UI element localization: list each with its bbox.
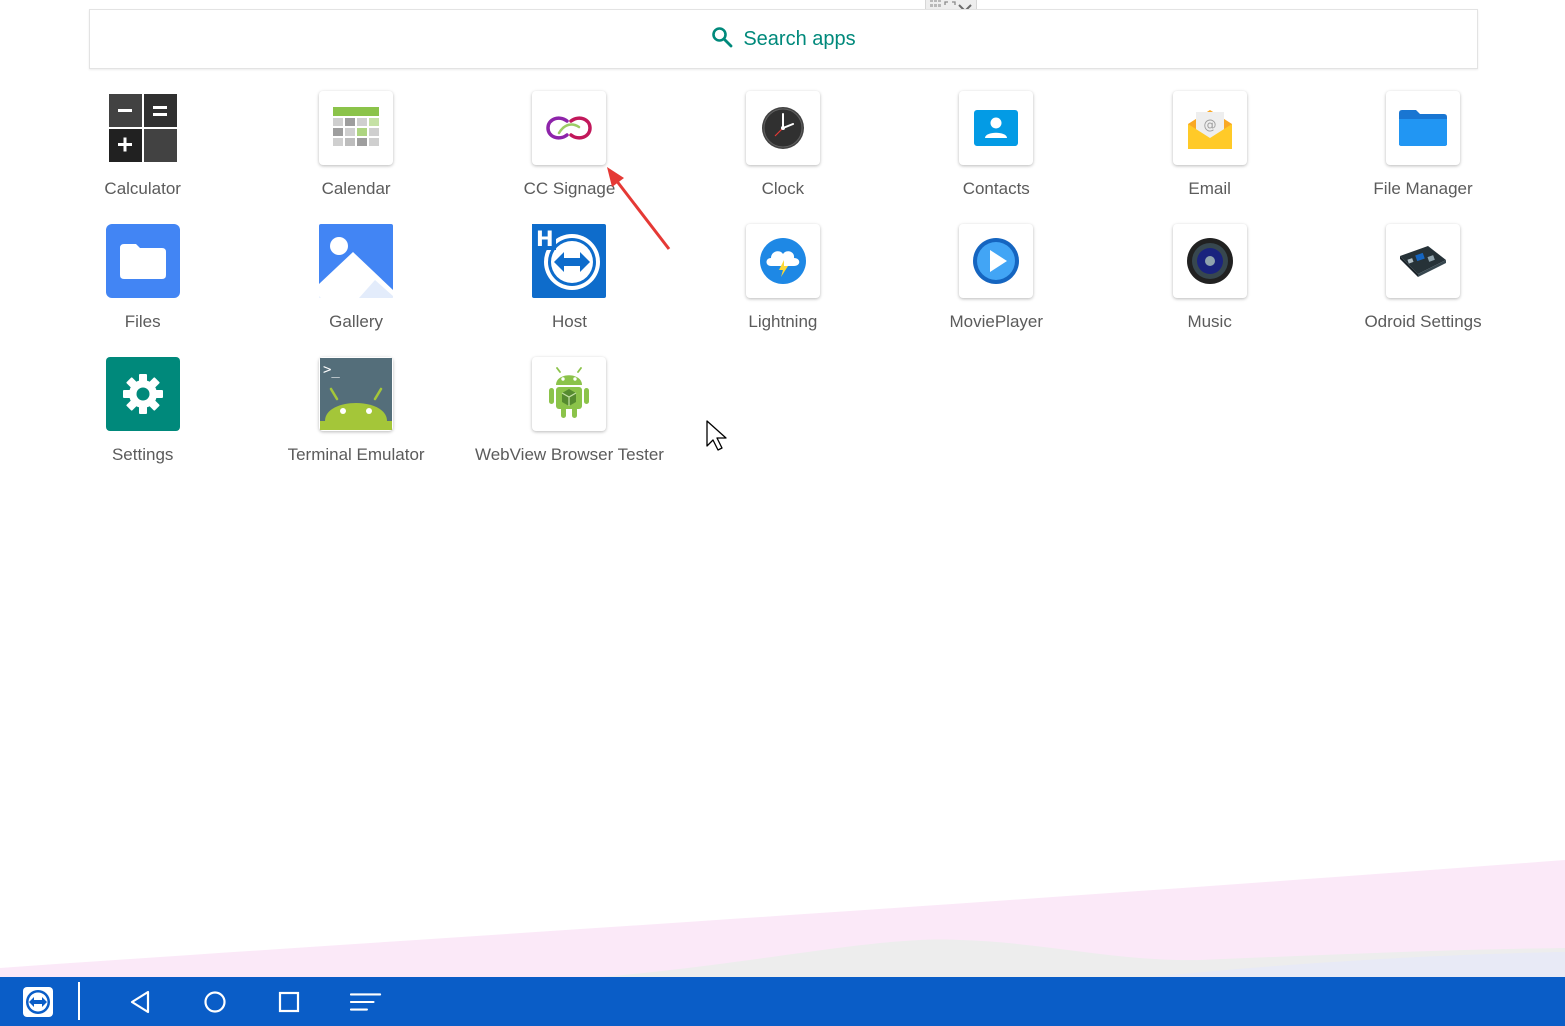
back-icon[interactable] [124, 986, 156, 1018]
home-icon[interactable] [199, 986, 231, 1018]
app-file-manager[interactable]: File Manager [1316, 91, 1529, 224]
app-email[interactable]: @ Email [1103, 91, 1316, 224]
android-terminal-icon: >_ [319, 357, 394, 431]
app-odroid-settings[interactable]: Odroid Settings [1316, 224, 1529, 357]
app-contacts[interactable]: Contacts [890, 91, 1103, 224]
app-label: Lightning [748, 312, 818, 331]
app-files[interactable]: Files [36, 224, 249, 357]
svg-text:@: @ [1203, 118, 1216, 133]
svg-text:H: H [536, 227, 554, 251]
app-calendar[interactable]: Calendar [249, 91, 462, 224]
app-label: Files [124, 312, 161, 331]
app-label: MoviePlayer [949, 312, 1044, 331]
search-bar[interactable]: Search apps [89, 9, 1478, 69]
app-label: Calendar [321, 179, 391, 198]
files-icon [105, 224, 180, 298]
search-icon [711, 26, 733, 53]
app-label: Odroid Settings [1364, 312, 1482, 331]
app-lightning[interactable]: Lightning [676, 224, 889, 357]
wallpaper [0, 860, 1565, 977]
app-label: Clock [761, 179, 805, 198]
app-gallery[interactable]: Gallery [249, 224, 462, 357]
navbar-divider [78, 982, 80, 1020]
navigation-bar [0, 977, 1565, 1026]
search-label: Search apps [743, 27, 856, 50]
svg-text:>_: >_ [323, 362, 340, 378]
app-grid: Calculator Calendar CC Signage Clock Con… [36, 91, 1530, 490]
circuit-board-icon [1386, 224, 1461, 298]
app-label: Email [1188, 179, 1231, 198]
app-label: WebView Browser Tester [474, 445, 664, 464]
app-host[interactable]: H Host [463, 224, 676, 357]
teamviewer-host-icon: H [532, 224, 607, 298]
calendar-icon [319, 91, 394, 165]
app-label: CC Signage [523, 179, 616, 198]
app-cc-signage[interactable]: CC Signage [463, 91, 676, 224]
app-label: Gallery [329, 312, 384, 331]
app-label: Terminal Emulator [287, 445, 425, 464]
folder-icon [1386, 91, 1461, 165]
clock-icon [745, 91, 820, 165]
app-label: Host [551, 312, 587, 331]
app-calculator[interactable]: Calculator [36, 91, 249, 224]
speaker-icon [1172, 224, 1247, 298]
app-label: Contacts [962, 179, 1030, 198]
calculator-icon [106, 91, 180, 165]
app-label: Calculator [104, 179, 181, 198]
app-clock[interactable]: Clock [676, 91, 889, 224]
contacts-icon [959, 91, 1034, 165]
cc-signage-icon [532, 91, 607, 165]
gallery-icon [319, 224, 394, 298]
gear-icon [105, 357, 180, 431]
app-terminal-emulator[interactable]: >_ Terminal Emulator [249, 357, 462, 490]
menu-icon[interactable] [350, 986, 382, 1018]
play-icon [959, 224, 1034, 298]
recents-icon[interactable] [273, 986, 305, 1018]
app-label: File Manager [1373, 179, 1473, 198]
lightning-icon [745, 224, 820, 298]
app-movieplayer[interactable]: MoviePlayer [890, 224, 1103, 357]
app-settings[interactable]: Settings [36, 357, 249, 490]
teamviewer-icon[interactable] [22, 986, 54, 1018]
app-webview-browser-tester[interactable]: WebView Browser Tester [463, 357, 676, 490]
android-webview-icon [532, 357, 607, 431]
email-icon: @ [1172, 91, 1247, 165]
app-label: Settings [111, 445, 174, 464]
app-label: Music [1187, 312, 1232, 331]
app-music[interactable]: Music [1103, 224, 1316, 357]
